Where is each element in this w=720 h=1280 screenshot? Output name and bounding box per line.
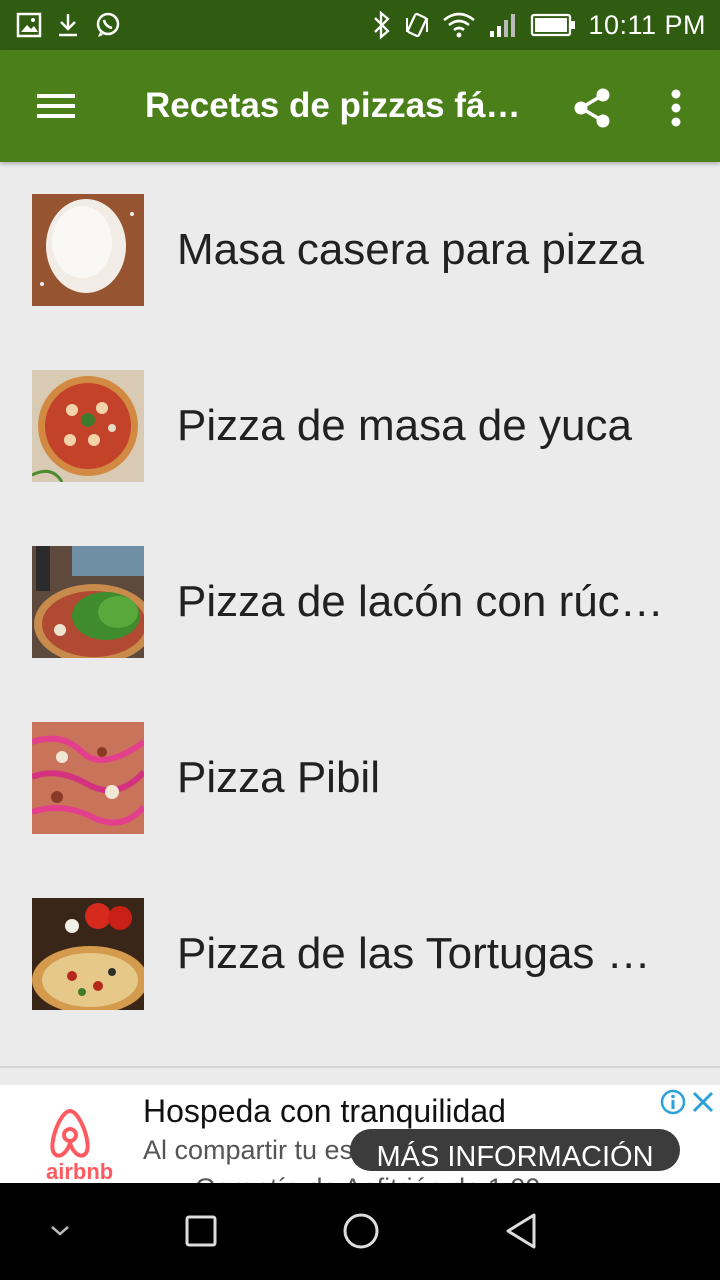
home-icon[interactable] <box>331 1201 391 1261</box>
app-bar: Recetas de pizzas fáciles <box>0 50 720 162</box>
ad-close-icon[interactable] <box>690 1089 716 1115</box>
back-icon[interactable] <box>491 1201 551 1261</box>
recipe-list: Masa casera para pizza Pizza de masa de … <box>0 162 720 1042</box>
recipe-thumbnail-pizza-tomato <box>32 898 144 1010</box>
status-time: 10:11 PM <box>588 9 706 40</box>
ad-headline: Hospeda con tranquilidad <box>143 1093 506 1129</box>
ad-info-icon[interactable] <box>660 1089 686 1115</box>
recipe-thumbnail-dough <box>32 194 144 306</box>
signal-icon <box>488 11 518 39</box>
app-title: Recetas de pizzas fáciles <box>145 86 535 125</box>
recipe-item-masa-yuca[interactable]: Pizza de masa de yuca <box>0 338 720 514</box>
ad-brand: airbnb <box>46 1159 114 1183</box>
recipe-thumbnail-pizza-onion <box>32 722 144 834</box>
vibrate-icon <box>404 10 430 40</box>
more-vert-icon[interactable] <box>650 78 702 138</box>
divider <box>0 1066 720 1068</box>
share-icon[interactable] <box>562 78 622 138</box>
recipe-thumbnail-pizza-greens <box>32 546 144 658</box>
system-nav-bar <box>0 1183 720 1280</box>
recipe-title: Pizza de masa de yuca <box>177 401 632 450</box>
download-icon <box>56 12 80 38</box>
whatsapp-icon <box>94 11 122 39</box>
wifi-icon <box>442 11 476 39</box>
recipe-title: Masa casera para pizza <box>177 225 645 274</box>
recipe-item-tortugas[interactable]: Pizza de las Tortugas Ninja <box>0 866 720 1042</box>
ad-body-secondary: Garantía de Anfitrión de 1.00 <box>195 1173 540 1183</box>
recipe-item-masa-casera[interactable]: Masa casera para pizza <box>0 162 720 338</box>
bluetooth-icon <box>372 10 392 40</box>
recipe-thumbnail-pizza-red <box>32 370 144 482</box>
recipe-item-pibil[interactable]: Pizza Pibil <box>0 690 720 866</box>
collapse-icon[interactable] <box>30 1201 90 1261</box>
status-bar: 10:11 PM <box>0 0 720 50</box>
recipe-title: Pizza Pibil <box>177 753 380 802</box>
recipe-title: Pizza de las Tortugas Ninja <box>177 929 677 978</box>
ad-banner[interactable]: airbnb Hospeda con tranquilidad Al compa… <box>0 1085 720 1183</box>
ad-cta-button[interactable]: MÁS INFORMACIÓN <box>350 1129 680 1171</box>
recipe-title: Pizza de lacón con rúcula <box>177 577 677 626</box>
recents-icon[interactable] <box>171 1201 231 1261</box>
battery-icon <box>530 12 576 38</box>
recipe-item-lacon[interactable]: Pizza de lacón con rúcula <box>0 514 720 690</box>
image-icon <box>16 12 42 38</box>
hamburger-menu-icon[interactable] <box>0 50 112 162</box>
